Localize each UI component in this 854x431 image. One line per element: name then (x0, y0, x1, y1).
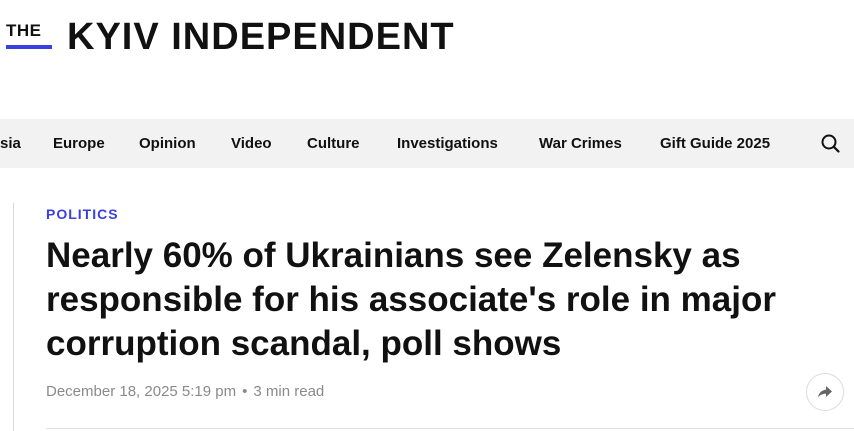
nav-item-gift-guide[interactable]: Gift Guide 2025 (660, 119, 770, 168)
share-button[interactable] (806, 373, 844, 411)
nav-item-europe[interactable]: Europe (53, 119, 105, 168)
search-icon (821, 134, 840, 153)
share-icon (818, 386, 832, 398)
read-time: 3 min read (253, 383, 325, 400)
nav-item-war-crimes[interactable]: War Crimes (539, 119, 622, 168)
nav-item-culture[interactable]: Culture (307, 119, 360, 168)
content-divider (46, 428, 854, 429)
logo-underline (6, 45, 52, 49)
search-button[interactable] (812, 124, 850, 162)
left-divider (13, 203, 14, 431)
nav-item-asia[interactable]: sia (0, 119, 21, 168)
meta-separator: • (242, 383, 248, 400)
site-header: THE KYIV INDEPENDENT (0, 0, 854, 118)
category-label[interactable]: POLITICS (46, 206, 119, 222)
nav-item-video[interactable]: Video (231, 119, 272, 168)
main-navigation: sia Europe Opinion Video Culture Investi… (0, 119, 854, 168)
article-meta: December 18, 2025 5:19 pm • 3 min read (46, 383, 324, 400)
nav-item-investigations[interactable]: Investigations (397, 119, 498, 168)
nav-item-opinion[interactable]: Opinion (139, 119, 196, 168)
logo-the-text: THE (6, 21, 42, 40)
publish-date: December 18, 2025 5:19 pm (46, 383, 237, 400)
logo-wordmark: KYIV INDEPENDENT (67, 16, 455, 58)
article-headline: Nearly 60% of Ukrainians see Zelensky as… (46, 236, 776, 363)
